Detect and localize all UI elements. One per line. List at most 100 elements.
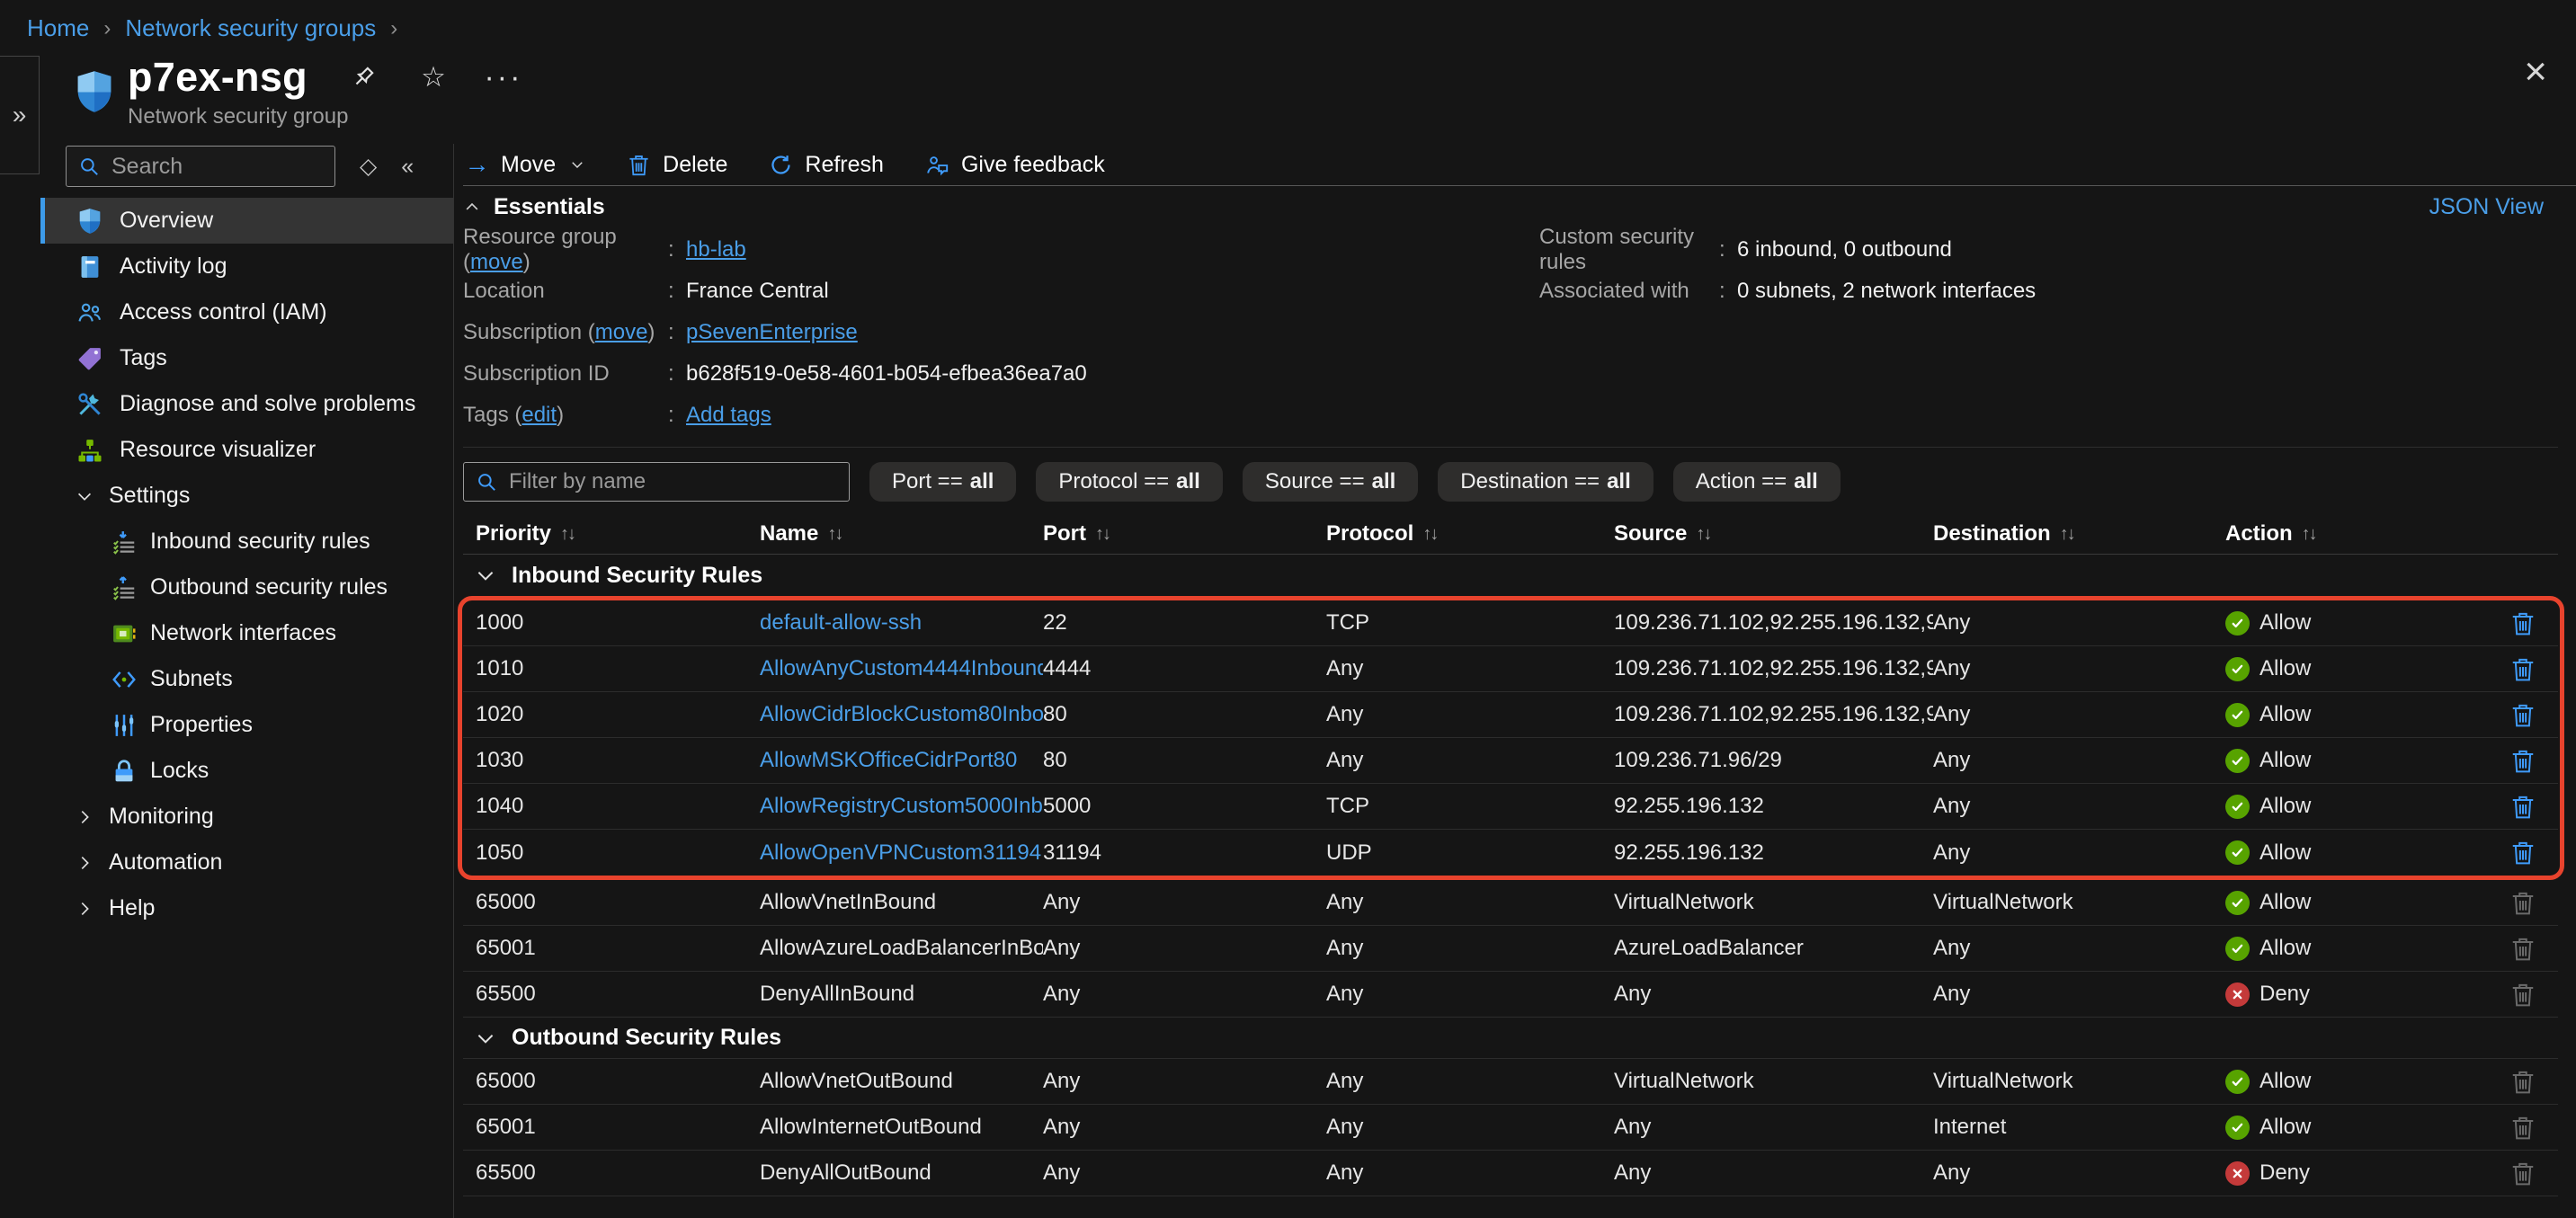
essentials-value-subscription-id: b628f519-0e58-4601-b054-efbea36ea7a0 [686,361,1087,387]
pill-value: all [1372,469,1396,494]
cell-port: 22 [1043,610,1326,636]
cell-priority: 65001 [476,936,760,961]
action-label: Allow [2260,702,2311,727]
column-header-protocol[interactable]: Protocol↑↓ [1326,521,1614,547]
chevron-up-icon [463,198,481,216]
cell-source: 92.255.196.132 [1614,840,1933,866]
json-view-link[interactable]: JSON View [2429,194,2544,220]
filter-pill-action[interactable]: Action ==all [1673,462,1841,502]
column-header-name[interactable]: Name↑↓ [760,521,1043,547]
essentials-colon: : [1719,237,1737,262]
column-header-source[interactable]: Source↑↓ [1614,521,1933,547]
rule-row-allowinternetoutbound: 65001AllowInternetOutBoundAnyAnyAnyInter… [463,1105,2558,1151]
filter-pill-destination[interactable]: Destination ==all [1438,462,1653,502]
breadcrumb-link-network-security-groups[interactable]: Network security groups [125,14,376,42]
sidebar-item-network-interfaces[interactable]: Network interfaces [40,610,453,656]
rule-name-link[interactable]: AllowOpenVPNCustom31194In… [760,840,1043,866]
cell-protocol: TCP [1326,610,1614,636]
column-header-action[interactable]: Action↑↓ [2225,521,2450,547]
toolbar-refresh-button[interactable]: Refresh [769,152,884,178]
cell-protocol: Any [1326,1115,1614,1140]
rule-row-allowopenvpncustom31194in: 1050AllowOpenVPNCustom31194In…31194UDP92… [463,830,2558,876]
cell-delete [2493,981,2558,1009]
sidebar-item-activity-log[interactable]: Activity log [40,244,453,289]
filter-pill-source[interactable]: Source ==all [1243,462,1418,502]
rule-name-link[interactable]: AllowAnyCustom4444Inbound [760,656,1043,681]
refresh-icon [769,153,793,177]
sidebar-item-label: Automation [109,849,222,876]
sidebar-item-automation[interactable]: Automation [40,840,453,885]
rule-name-link[interactable]: AllowMSKOfficeCidrPort80 [760,748,1043,773]
action-badge: Allow [2225,1115,2436,1140]
sidebar-item-settings[interactable]: Settings [40,473,453,519]
sidebar-item-diagnose-and-solve-problems[interactable]: Diagnose and solve problems [40,381,453,427]
rule-row-allowcidrblockcustom80inbound: 1020AllowCidrBlockCustom80Inbound80Any10… [463,692,2558,738]
subscription-move-link[interactable]: move [595,320,648,344]
breadcrumb-separator-icon: › [103,16,111,41]
delete-rule-icon[interactable] [2509,655,2536,683]
collapse-menu-icon[interactable]: « [401,154,414,180]
essentials-toggle[interactable]: Essentials [463,194,605,220]
favorite-star-icon[interactable]: ☆ [419,63,448,92]
sidebar-item-tags[interactable]: Tags [40,335,453,381]
delete-rule-icon[interactable] [2509,793,2536,821]
pill-field: Destination == [1460,469,1600,494]
sidebar-item-locks[interactable]: Locks [40,748,453,794]
column-header-priority[interactable]: Priority↑↓ [476,521,760,547]
sidebar-item-resource-visualizer[interactable]: Resource visualizer [40,427,453,473]
annotation-highlight-box: 1000default-allow-ssh22TCP109.236.71.102… [458,596,2564,880]
filter-by-name [463,462,850,502]
filter-pill-protocol[interactable]: Protocol ==all [1036,462,1222,502]
dock-icon[interactable]: ◇ [360,153,377,180]
sidebar-item-monitoring[interactable]: Monitoring [40,794,453,840]
essentials-value-tags[interactable]: Add tags [686,403,771,428]
section-header-outbound-security-rules[interactable]: Outbound Security Rules [463,1018,2558,1059]
sidebar-item-subnets[interactable]: Subnets [40,656,453,702]
cell-protocol: Any [1326,982,1614,1007]
tag-icon [76,345,103,372]
toolbar-delete-button[interactable]: Delete [627,152,727,178]
cell-protocol: Any [1326,656,1614,681]
essentials-colon: : [668,279,686,304]
section-header-inbound-security-rules[interactable]: Inbound Security Rules [463,555,2558,596]
pin-icon[interactable] [349,63,378,92]
rule-name-link[interactable]: AllowRegistryCustom5000Inbou… [760,794,1043,819]
sidebar-item-access-control-iam[interactable]: Access control (IAM) [40,289,453,335]
filter-pill-port[interactable]: Port ==all [869,462,1016,502]
action-label: Allow [2260,840,2311,866]
essentials-right-column: Custom security rules:6 inbound, 0 outbo… [1539,229,2036,436]
resource-type-label: Network security group [128,104,518,129]
sidebar-item-properties[interactable]: Properties [40,702,453,748]
cell-priority: 1010 [476,656,760,681]
essentials-left-column: Resource group (move):hb-labLocation:Fra… [463,229,1539,436]
sidebar-item-inbound-security-rules[interactable]: Inbound security rules [40,519,453,565]
essentials-colon: : [668,361,686,387]
sidebar-item-outbound-security-rules[interactable]: Outbound security rules [40,565,453,610]
collapsed-blade-rail[interactable]: » [0,56,40,174]
delete-rule-icon[interactable] [2509,701,2536,729]
delete-rule-icon[interactable] [2509,609,2536,637]
column-label: Destination [1933,521,2051,547]
sidebar-search-input[interactable] [110,153,324,181]
toolbar-move-button[interactable]: →Move [465,152,585,178]
sidebar-item-overview[interactable]: Overview [40,198,453,244]
toolbar-give-feedback-button[interactable]: Give feedback [925,152,1105,178]
cell-priority: 1050 [476,840,760,866]
sidebar-item-label: Subnets [150,666,233,692]
sidebar-item-help[interactable]: Help [40,885,453,931]
delete-rule-icon[interactable] [2509,747,2536,775]
close-blade-icon[interactable]: × [2524,52,2547,92]
essentials-value-subscription[interactable]: pSevenEnterprise [686,320,858,345]
tags-edit-link[interactable]: edit [521,403,557,427]
rule-name-link[interactable]: default-allow-ssh [760,610,1043,636]
rule-name-link[interactable]: AllowCidrBlockCustom80Inbound [760,702,1043,727]
expand-blade-icon[interactable]: » [13,101,27,129]
essentials-value-resource-group[interactable]: hb-lab [686,237,746,262]
column-header-destination[interactable]: Destination↑↓ [1933,521,2225,547]
breadcrumb-link-home[interactable]: Home [27,14,89,42]
column-header-port[interactable]: Port↑↓ [1043,521,1326,547]
delete-rule-icon[interactable] [2509,839,2536,867]
cell-source: VirtualNetwork [1614,1069,1933,1094]
filter-by-name-input[interactable] [507,468,838,495]
more-options-icon[interactable]: ··· [489,63,518,92]
